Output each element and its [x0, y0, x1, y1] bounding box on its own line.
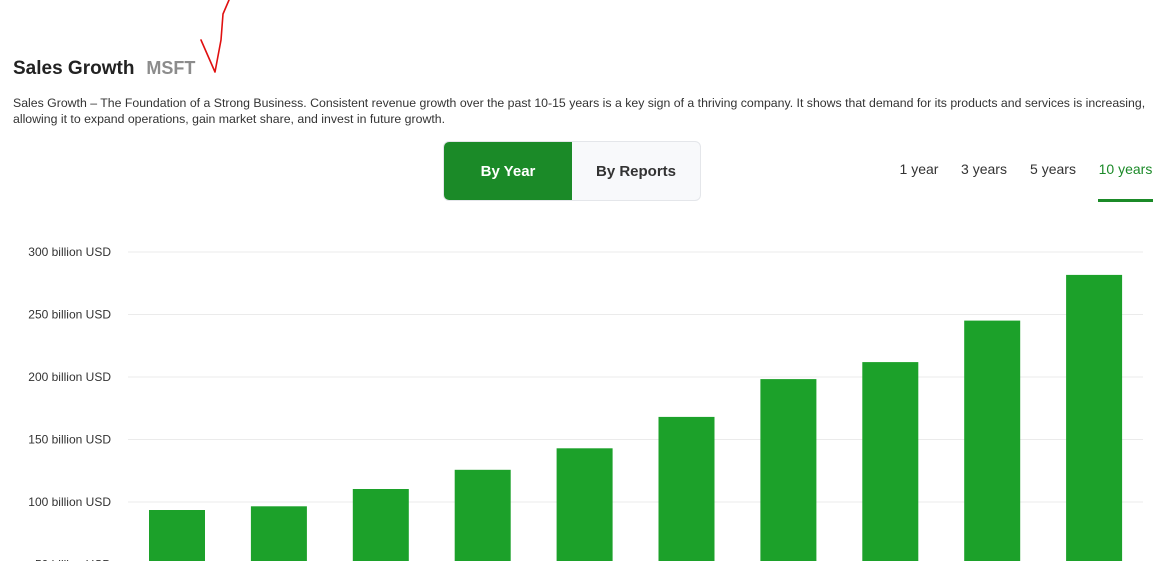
description-text: Sales Growth – The Foundation of a Stron… — [13, 96, 1146, 126]
bar-chart: 300 billion USD 250 billion USD 200 billio… — [28, 245, 1143, 566]
bar-5[interactable] — [556, 448, 613, 566]
bar-8[interactable] — [862, 362, 919, 566]
bar-7[interactable] — [760, 379, 817, 566]
sales-growth-chart: 300 billion USD 250 billion USD 200 billio… — [0, 230, 1161, 566]
y-tick-label: 250 billion USD — [28, 308, 111, 322]
y-tick-label: 200 billion USD — [28, 370, 111, 384]
time-range-tabs: 1 year 3 years 5 years 10 years — [888, 158, 1158, 202]
bar-3[interactable] — [352, 489, 409, 566]
ticker-symbol: MSFT — [146, 58, 196, 78]
tab-3-years[interactable]: 3 years — [959, 158, 1009, 202]
bar-6[interactable] — [658, 416, 715, 566]
y-tick-label: 300 billion USD — [28, 245, 111, 259]
by-reports-button[interactable]: By Reports — [572, 142, 700, 200]
page-header: Sales Growth MSFT — [13, 58, 195, 80]
bar-9[interactable] — [964, 320, 1021, 566]
bar-10[interactable] — [1066, 274, 1123, 566]
y-tick-label: 100 billion USD — [28, 495, 111, 509]
by-year-button[interactable]: By Year — [444, 142, 572, 200]
view-mode-toggle: By Year By Reports — [443, 141, 701, 201]
tab-10-years[interactable]: 10 years — [1098, 158, 1153, 202]
page-title: Sales Growth — [13, 58, 135, 79]
bar-1[interactable] — [149, 510, 205, 566]
tab-5-years[interactable]: 5 years — [1028, 158, 1078, 202]
bar-4[interactable] — [454, 469, 511, 566]
red-checkmark-annotation — [200, 0, 230, 73]
y-tick-label: 50 billion USD — [35, 558, 111, 562]
bar-2[interactable] — [250, 506, 307, 566]
tab-1-year[interactable]: 1 year — [898, 158, 940, 202]
y-tick-label: 150 billion USD — [28, 433, 111, 447]
